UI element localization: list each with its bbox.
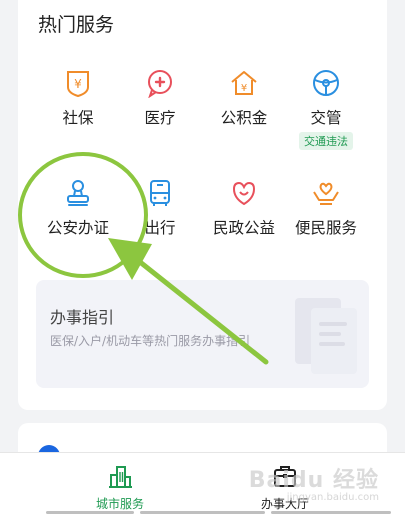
service-yiliao[interactable]: 医疗 [120,68,200,148]
service-minzheng[interactable]: 民政公益 [204,178,284,258]
service-label: 出行 [144,219,176,237]
bus-icon [150,180,170,206]
service-label: 公安办证 [46,219,109,237]
service-label: 便民服务 [294,219,357,237]
convenience-icon [313,182,339,205]
medical-icon [148,70,172,98]
watermark-brand: Baidu 经验 [248,468,379,493]
city-buildings-icon [109,466,132,488]
charity-icon [232,181,256,206]
watermark-url: jingyan.baidu.com [286,492,379,503]
guide-title: 办事指引 [50,308,115,327]
service-gongan[interactable]: 公安办证 [38,178,118,258]
guide-banner[interactable]: 办事指引 医保/入户/机动车等热门服务办事指引 [36,280,369,388]
service-chuxing[interactable]: 出行 [120,178,200,258]
tab-label: 城市服务 [95,497,144,511]
tab-indicator [46,511,134,514]
service-bianmin[interactable]: 便民服务 [286,178,366,258]
traffic-wheel-icon [313,70,339,96]
guide-subtitle: 医保/入户/机动车等热门服务办事指引 [50,334,251,348]
tab-indicator [271,511,391,514]
service-jiaoguan[interactable]: 交管 交通违法 [286,68,366,158]
police-id-icon [67,180,89,206]
tab-city-services[interactable]: 城市服务 [60,463,180,512]
social-security-icon: ¥ [67,71,89,98]
hot-services-card: 热门服务 ¥ 社保 医疗 ¥ 公积金 交管 交通违法 公安办证 出行 民政公益 … [18,0,387,410]
tab-indicator [140,511,265,514]
service-shebao[interactable]: ¥ 社保 [38,68,118,148]
svg-text:¥: ¥ [241,83,247,94]
service-label: 交管 [310,109,342,127]
service-label: 民政公益 [212,219,275,237]
section-title: 热门服务 [38,14,115,36]
traffic-violation-badge: 交通违法 [299,132,353,150]
svg-text:¥: ¥ [74,77,82,91]
service-gongjijin[interactable]: ¥ 公积金 [204,68,284,148]
housing-fund-icon: ¥ [231,71,257,95]
document-illustration-icon [295,298,357,374]
service-label: 社保 [62,109,94,127]
service-label: 医疗 [144,109,176,127]
service-label: 公积金 [220,109,268,127]
